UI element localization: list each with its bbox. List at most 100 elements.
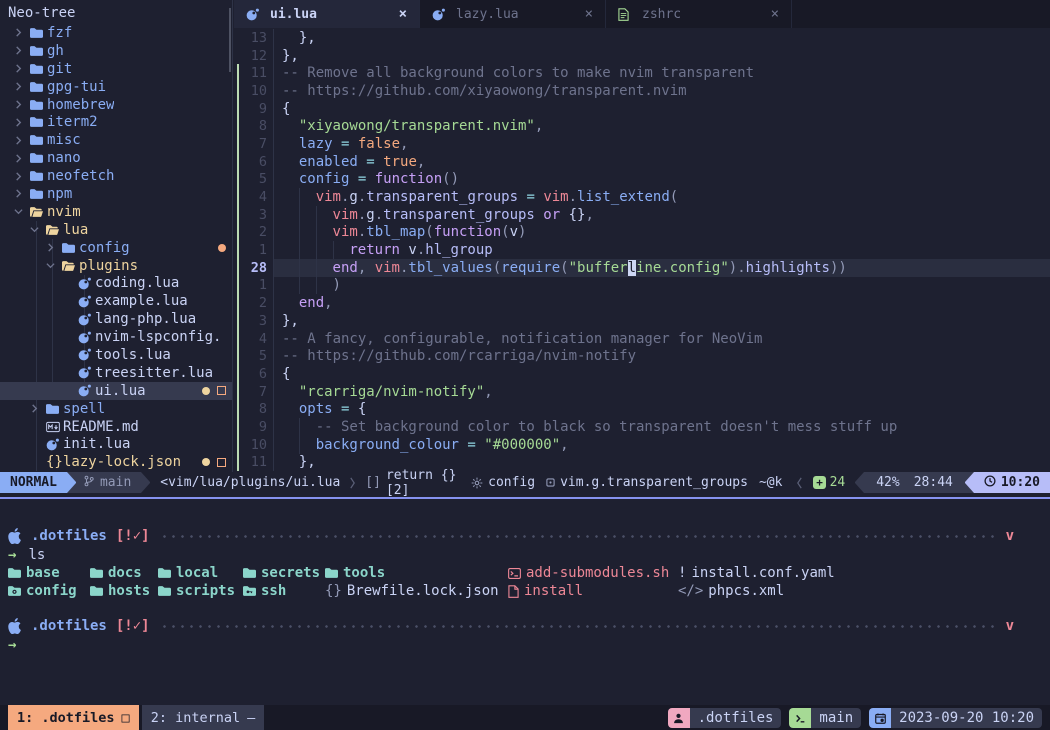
git-branch-name: main [100, 475, 131, 490]
tree-item-readme-md[interactable]: README.md [0, 418, 232, 436]
tree-item-tools-lua[interactable]: tools.lua [0, 346, 232, 364]
terminal-icon [789, 708, 811, 728]
git-status-flags: [!✓] [116, 528, 150, 544]
neotree-scrollbar[interactable] [229, 8, 231, 72]
folder-icon [30, 188, 47, 200]
tree-item-npm[interactable]: npm [0, 185, 232, 203]
prompt-arrow: → [8, 547, 16, 563]
chevron-right-icon [14, 64, 30, 73]
tmux-window-active[interactable]: 1: .dotfiles□ [8, 705, 139, 730]
ls-entry-tools: tools [325, 564, 385, 582]
tmux-window-inactive[interactable]: 2: internal– [142, 705, 265, 730]
clock-icon [984, 475, 996, 491]
shell-prompt-line: .dotfiles [!✓] v [0, 617, 1050, 635]
tree-item-neofetch[interactable]: neofetch [0, 167, 232, 185]
tree-item-gpg-tui[interactable]: gpg-tui [0, 78, 232, 96]
code-token: }, [299, 454, 316, 470]
code-line[interactable]: 1) [234, 277, 1050, 295]
code-line[interactable]: 3vim.g.transparent_groups or {}, [234, 206, 1050, 224]
code-line[interactable]: 13}, [234, 29, 1050, 47]
close-icon[interactable]: × [585, 6, 593, 22]
tree-item-init-lua[interactable]: init.lua [0, 435, 232, 453]
code-token: = [459, 437, 484, 453]
tree-item-spell[interactable]: spell [0, 400, 232, 418]
tree-item-label: misc [47, 132, 81, 148]
buffer-tab-ui-lua[interactable]: ui.lua× [234, 0, 420, 28]
code-token: , [535, 118, 543, 134]
code-line[interactable]: 4-- A fancy, configurable, notification … [234, 330, 1050, 348]
code-line[interactable]: 28end, vim.tbl_values(require("bufferlin… [234, 259, 1050, 277]
tree-item-nano[interactable]: nano [0, 149, 232, 167]
tree-item-gh[interactable]: gh [0, 42, 232, 60]
code-line[interactable]: 11-- Remove all background colors to mak… [234, 64, 1050, 82]
code-line[interactable]: 2end, [234, 294, 1050, 312]
code-line[interactable]: 6enabled = true, [234, 153, 1050, 171]
line-number: 7 [241, 384, 267, 400]
code-line[interactable]: 9{ [234, 100, 1050, 118]
indent-guide [282, 383, 299, 401]
code-line[interactable]: 5-- https://github.com/rcarriga/nvim-not… [234, 347, 1050, 365]
tree-item-nvim-lspconfig-[interactable]: nvim-lspconfig. [0, 328, 232, 346]
close-icon[interactable]: × [771, 6, 779, 22]
code-token: ) [729, 260, 737, 276]
prompt-cwd: .dotfiles [31, 618, 107, 634]
showcmd: ~@k [759, 472, 782, 493]
buffer-tab-lazy-lua[interactable]: lazy.lua× [420, 0, 606, 28]
position-segment: 42% 28:44 [864, 472, 965, 493]
line-number: 5 [241, 171, 267, 187]
buffer-tab-zshrc[interactable]: zshrc× [606, 0, 792, 28]
tree-item-git[interactable]: git [0, 60, 232, 78]
code-line[interactable]: 10-- https://github.com/xiyaowong/transp… [234, 82, 1050, 100]
tree-item-misc[interactable]: misc [0, 131, 232, 149]
ls-entry-label: base [26, 565, 60, 581]
line-number: 1 [241, 242, 267, 258]
prompt-right-indicator: v [1006, 528, 1014, 544]
shell-command-line[interactable]: → ls [0, 546, 1050, 564]
tree-item-lazy-lock-json[interactable]: {}lazy-lock.json [0, 453, 232, 471]
code-line[interactable]: 12}, [234, 47, 1050, 65]
tree-item-plugins[interactable]: plugins [0, 257, 232, 275]
gear-icon [471, 477, 483, 489]
tree-item-iterm2[interactable]: iterm2 [0, 113, 232, 131]
tree-item-lang-php-lua[interactable]: lang-php.lua [0, 310, 232, 328]
folder-icon [30, 170, 47, 182]
code-line[interactable]: 8"xiyaowong/transparent.nvim", [234, 117, 1050, 135]
shell-cursor-line[interactable]: → [0, 636, 1050, 654]
code-token: background_colour [316, 437, 459, 453]
code-line[interactable]: 6{ [234, 365, 1050, 383]
code-line[interactable]: 5config = function() [234, 171, 1050, 189]
code-line[interactable]: 11}, [234, 454, 1050, 472]
code-line[interactable]: 9-- Set background color to black so tra… [234, 418, 1050, 436]
code-line[interactable]: 10background_colour = "#000000", [234, 436, 1050, 454]
close-icon[interactable]: × [399, 6, 407, 22]
tree-item-example-lua[interactable]: example.lua [0, 292, 232, 310]
code-token: highlights [746, 260, 830, 276]
tree-item-homebrew[interactable]: homebrew [0, 96, 232, 114]
tree-item-coding-lua[interactable]: coding.lua [0, 274, 232, 292]
tree-item-config[interactable]: config [0, 239, 232, 257]
code-line[interactable]: 2vim.tbl_map(function(v) [234, 224, 1050, 242]
gitsigns-added-bar [237, 224, 239, 242]
code-token: g [366, 207, 374, 223]
code-line-text: { [273, 365, 1050, 383]
tmux-pane-border[interactable] [0, 497, 1050, 499]
code-line[interactable]: 7lazy = false, [234, 135, 1050, 153]
code-line[interactable]: 3}, [234, 312, 1050, 330]
ls-entry-label: tools [343, 565, 385, 581]
code-line-text: end, [273, 294, 1050, 312]
code-token: { [282, 101, 290, 117]
code-line[interactable]: 4vim.g.transparent_groups = vim.list_ext… [234, 188, 1050, 206]
editor-area[interactable]: 13},12},11-- Remove all background color… [234, 29, 1050, 472]
code-token: , [358, 260, 375, 276]
line-number: 10 [241, 83, 267, 99]
tree-item-lua[interactable]: lua [0, 221, 232, 239]
tree-item-fzf[interactable]: fzf [0, 24, 232, 42]
tree-item-ui-lua[interactable]: ui.lua [0, 382, 232, 400]
tree-item-treesitter-lua[interactable]: treesitter.lua [0, 364, 232, 382]
indent-guide [282, 277, 299, 295]
code-line[interactable]: 1return v.hl_group [234, 241, 1050, 259]
folder-open-icon [46, 224, 63, 236]
code-line[interactable]: 7"rcarriga/nvim-notify", [234, 383, 1050, 401]
code-line[interactable]: 8opts = { [234, 400, 1050, 418]
tree-item-nvim[interactable]: nvim [0, 203, 232, 221]
